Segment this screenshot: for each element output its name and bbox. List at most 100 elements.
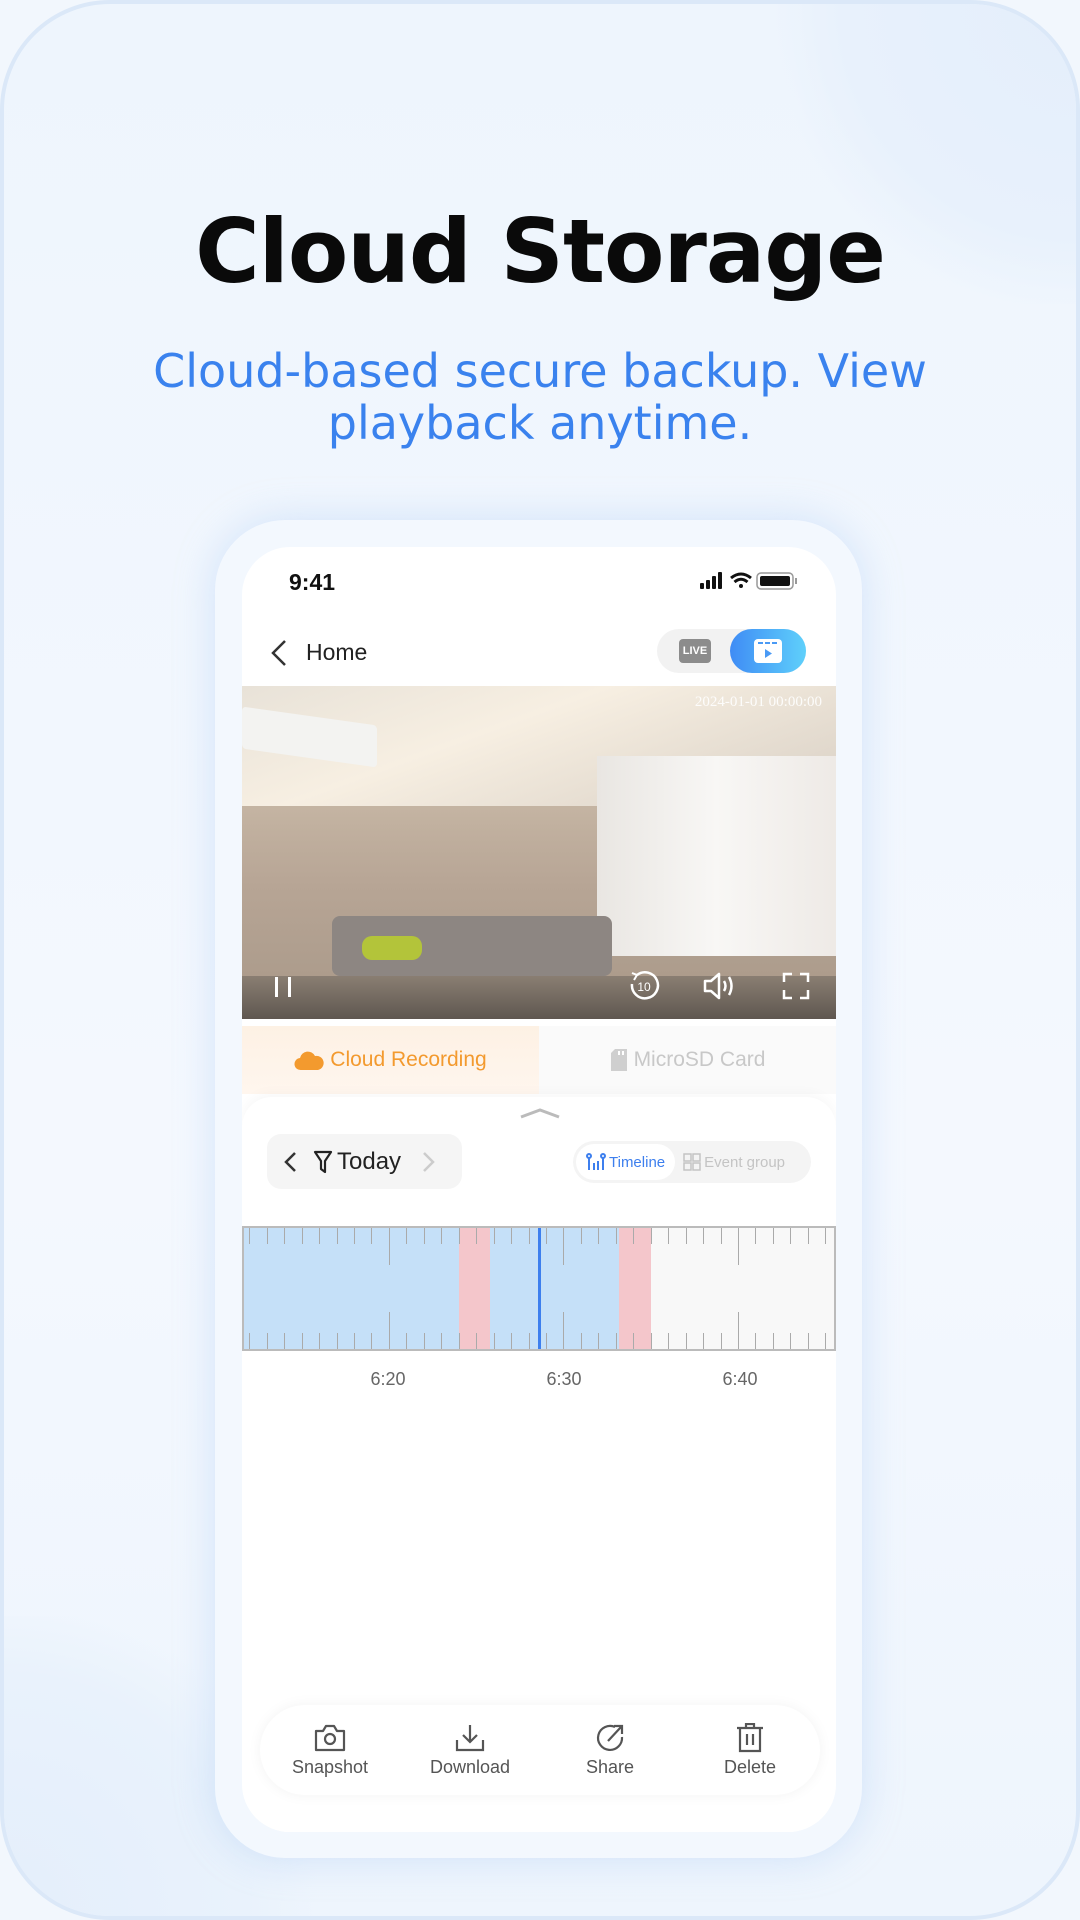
sheet-handle-chevron-icon[interactable] — [519, 1107, 561, 1119]
timeline-tick — [720, 1228, 722, 1244]
timeline-tick — [493, 1333, 495, 1349]
timeline-tick — [423, 1228, 425, 1244]
storage-tabs: Cloud Recording MicroSD Card — [242, 1026, 836, 1094]
volume-icon[interactable] — [702, 970, 738, 1002]
timeline-tick — [825, 1228, 827, 1244]
timeline-cursor[interactable] — [538, 1228, 541, 1349]
wifi-icon — [730, 572, 752, 588]
tab-label: Cloud Recording — [330, 1048, 487, 1071]
status-icons — [700, 572, 797, 590]
timeline-icon — [586, 1153, 606, 1170]
camera-icon — [314, 1724, 346, 1751]
video-player[interactable]: 2024-01-01 00:00:00 10 — [242, 686, 836, 1019]
pause-icon[interactable] — [272, 975, 296, 999]
date-filter: Today — [267, 1134, 462, 1189]
tab-label: MicroSD Card — [633, 1048, 766, 1071]
headline-title: Cloud Storage — [195, 200, 886, 303]
timeline-tick — [615, 1228, 617, 1244]
timeline-tick — [825, 1333, 827, 1349]
download-button[interactable]: Download — [400, 1705, 540, 1795]
timeline-tick — [598, 1228, 600, 1244]
timeline-tick — [528, 1228, 530, 1244]
timeline-segment-recording[interactable] — [490, 1228, 620, 1349]
status-time: 9:41 — [289, 569, 336, 595]
timeline-tick — [301, 1228, 303, 1244]
tab-microsd-card[interactable]: MicroSD Card — [539, 1026, 836, 1094]
timeline-tick — [353, 1228, 355, 1244]
prev-day-chevron-icon[interactable] — [283, 1151, 297, 1173]
timeline-tick-label: 6:40 — [722, 1369, 758, 1389]
fullscreen-icon[interactable] — [782, 972, 810, 1000]
timeline-tick — [633, 1333, 635, 1349]
timeline-track[interactable] — [242, 1226, 836, 1351]
timeline-tick — [493, 1228, 495, 1244]
timeline-tick — [336, 1228, 338, 1244]
timeline-tick — [406, 1333, 408, 1349]
next-day-chevron-icon[interactable] — [421, 1151, 435, 1173]
headline-subtitle: Cloud-based secure backup. View playback… — [153, 344, 927, 450]
timeline-segment-event[interactable] — [458, 1228, 491, 1349]
video-timestamp: 2024-01-01 00:00:00 — [694, 694, 822, 710]
timeline-tick — [563, 1228, 565, 1265]
battery-icon — [756, 572, 797, 590]
action-label: Share — [585, 1756, 635, 1777]
timeline-tick — [476, 1228, 478, 1244]
timeline-tick — [790, 1228, 792, 1244]
timeline-tick — [545, 1228, 547, 1244]
timeline-tick — [615, 1333, 617, 1349]
filter-icon[interactable] — [313, 1150, 333, 1174]
share-button[interactable]: Share — [540, 1705, 680, 1795]
playback-icon — [754, 639, 782, 663]
timeline-tick — [598, 1333, 600, 1349]
playback-mode-button[interactable] — [730, 629, 806, 673]
timeline-tick — [284, 1333, 286, 1349]
timeline-tick — [528, 1333, 530, 1349]
timeline-tick — [388, 1312, 390, 1349]
timeline-tick — [545, 1333, 547, 1349]
timeline-tick — [685, 1333, 687, 1349]
timeline-tick — [807, 1228, 809, 1244]
back-chevron-icon[interactable] — [270, 639, 288, 667]
tab-cloud-recording[interactable]: Cloud Recording — [242, 1026, 539, 1094]
back-button-label[interactable]: Home — [306, 639, 367, 666]
replay-10-icon[interactable]: 10 — [628, 970, 660, 1002]
floor — [242, 976, 836, 1019]
timeline-tick — [441, 1333, 443, 1349]
timeline-tick — [266, 1333, 268, 1349]
timeline-segment-event[interactable] — [619, 1228, 651, 1349]
timeline-tick — [406, 1228, 408, 1244]
window-curtains — [597, 756, 836, 956]
trash-icon — [737, 1722, 763, 1752]
timeline-tick — [807, 1333, 809, 1349]
timeline-tick — [563, 1312, 565, 1349]
delete-button[interactable]: Delete — [680, 1705, 820, 1795]
toggle-label: Timeline — [609, 1153, 666, 1171]
event-group-view-button[interactable]: Event group — [675, 1153, 793, 1171]
timeline-view-button[interactable]: Timeline — [576, 1144, 676, 1180]
timeline-tick — [580, 1333, 582, 1349]
timeline-tick-label: 6:20 — [370, 1369, 406, 1389]
action-label: Snapshot — [291, 1756, 369, 1777]
timeline-tick — [737, 1228, 739, 1265]
timeline-segment-recording[interactable] — [244, 1228, 459, 1349]
timeline-tick — [476, 1333, 478, 1349]
timeline-tick — [703, 1228, 705, 1244]
timeline-tick — [458, 1228, 460, 1244]
timeline-tick — [249, 1228, 251, 1244]
live-tv-icon[interactable]: LIVE — [679, 639, 711, 663]
timeline-tick — [650, 1228, 652, 1244]
replay-seconds: 10 — [637, 980, 651, 994]
timeline-tick — [633, 1228, 635, 1244]
snapshot-button[interactable]: Snapshot — [260, 1705, 400, 1795]
timeline-tick — [720, 1333, 722, 1349]
phone-mockup: 9:41 Home LIVE 2024-01-01 00:00:00 10 Cl… — [215, 520, 862, 1858]
timeline-tick — [511, 1228, 513, 1244]
cloud-icon — [294, 1051, 324, 1071]
timeline-tick — [284, 1228, 286, 1244]
timeline-tick — [301, 1333, 303, 1349]
date-label[interactable]: Today — [337, 1148, 401, 1176]
timeline-tick — [755, 1333, 757, 1349]
timeline-tick — [580, 1228, 582, 1244]
live-playback-toggle[interactable]: LIVE — [657, 629, 806, 673]
timeline-tick — [266, 1228, 268, 1244]
